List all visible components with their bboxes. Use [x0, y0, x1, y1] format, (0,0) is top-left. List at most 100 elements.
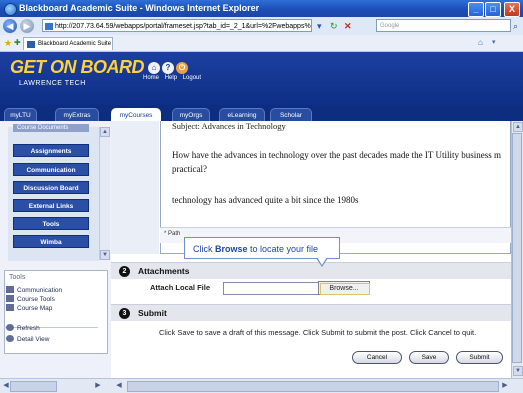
editor-path-text: * Path — [164, 231, 181, 237]
url-input[interactable]: http://207.73.64.59/webapps/portal/frame… — [42, 19, 312, 32]
help-link[interactable]: Help — [165, 75, 177, 81]
add-favorite-icon[interactable]: ✚ — [14, 38, 21, 47]
tool-course-tools[interactable]: Course Tools — [6, 295, 55, 303]
menu-item-assignments[interactable]: Assignments — [13, 144, 89, 157]
horizontal-scrollbar[interactable]: ◀ ▶ ◀ ▶ — [0, 378, 523, 393]
search-icon[interactable]: ⌕ — [513, 21, 518, 31]
main-hscroll-thumb[interactable] — [127, 381, 499, 392]
callout-prefix: Click — [193, 244, 215, 254]
home-icon[interactable]: ⌂ — [478, 38, 483, 47]
scroll-right-icon[interactable]: ▶ — [92, 380, 104, 392]
logo-text: GET ON BOARD — [10, 57, 145, 77]
tools-heading: Tools — [9, 274, 26, 281]
home-icon[interactable]: ⌂ — [148, 62, 160, 74]
tool-course-map[interactable]: Course Map — [6, 304, 52, 312]
course-tools-icon — [6, 295, 14, 302]
refresh-icon — [6, 324, 14, 331]
post-question: How have the advances in technology over… — [172, 150, 501, 174]
scroll-right-icon[interactable]: ▶ — [499, 380, 511, 392]
course-map-icon — [6, 304, 14, 311]
close-button[interactable]: X — [504, 2, 520, 17]
scroll-up-icon[interactable]: ▲ — [513, 122, 523, 132]
favorites-star-icon[interactable]: ★ — [4, 38, 12, 49]
menu-item-wimba[interactable]: Wimba — [13, 235, 89, 248]
window-title: Blackboard Academic Suite - Windows Inte… — [19, 3, 260, 13]
tool-course-map-label: Course Map — [17, 305, 53, 312]
submit-instructions: Click Save to save a draft of this messa… — [159, 328, 477, 337]
page-menu-icon[interactable]: ▾ — [492, 38, 496, 46]
scroll-left-icon[interactable]: ◀ — [113, 380, 125, 392]
address-bar: ◀ ▶ http://207.73.64.59/webapps/portal/f… — [0, 17, 523, 36]
portal-header: GET ON BOARD LAWRENCE TECH ⌂ ? ⏻ Home He… — [0, 52, 523, 105]
post-answer: technology has advanced quite a bit sinc… — [172, 195, 359, 205]
cancel-button[interactable]: Cancel — [352, 351, 402, 364]
logo-subtext: LAWRENCE TECH — [19, 80, 86, 87]
browse-focus-ring — [320, 283, 370, 295]
attachments-section-header: 2 Attachments — [111, 262, 511, 279]
logout-icon[interactable]: ⏻ — [176, 62, 188, 74]
callout-suffix: to locate your file — [247, 244, 319, 254]
scroll-down-icon[interactable]: ▼ — [100, 250, 110, 260]
minimize-button[interactable]: _ — [468, 2, 484, 17]
tab-page-icon — [27, 41, 35, 48]
browser-tab-bar: ★ ✚ Blackboard Academic Suite ⌂ ▾ — [0, 35, 523, 52]
menu-item-tools[interactable]: Tools — [13, 217, 89, 230]
tab-mycourses[interactable]: myCourses — [111, 108, 161, 121]
submit-title: Submit — [138, 308, 167, 318]
tool-refresh-label: Refresh — [17, 325, 40, 332]
post-subject: Subject: Advances in Technology — [172, 121, 286, 131]
menu-item-course-documents[interactable]: Course Documents — [13, 124, 89, 132]
home-link[interactable]: Home — [143, 75, 159, 81]
refresh-icon[interactable]: ↻ — [330, 21, 338, 31]
browser-tab-label: Blackboard Academic Suite — [38, 41, 112, 47]
logout-link[interactable]: Logout — [183, 75, 201, 81]
tool-refresh[interactable]: Refresh — [6, 324, 40, 332]
tab-myextras[interactable]: myExtras — [55, 108, 99, 121]
menu-item-external-links[interactable]: External Links — [13, 199, 89, 212]
tab-myorgs[interactable]: myOrgs — [172, 108, 210, 121]
browser-tab[interactable]: Blackboard Academic Suite — [23, 37, 113, 50]
menu-scrollbar[interactable]: ▲ ▼ — [99, 127, 110, 260]
tab-myltu[interactable]: myLTU — [4, 108, 37, 121]
tool-course-tools-label: Course Tools — [17, 296, 55, 303]
dropdown-arrow-icon[interactable]: ▾ — [317, 21, 322, 31]
step-number-badge: 2 — [119, 266, 130, 277]
menu-item-discussion-board[interactable]: Discussion Board — [13, 181, 89, 194]
attach-file-input[interactable] — [223, 282, 319, 295]
main-scroll-thumb[interactable] — [512, 133, 522, 363]
course-tabs: myLTU myExtras myCourses myOrgs eLearnin… — [0, 105, 523, 121]
attach-local-file-label: Attach Local File — [150, 283, 211, 292]
tool-detail-view-label: Detail View — [17, 336, 50, 343]
tab-scholar[interactable]: Scholar — [270, 108, 312, 121]
page-icon — [45, 23, 53, 30]
header-links: Home Help Logout — [143, 75, 205, 81]
search-input[interactable]: Google — [376, 19, 511, 32]
detail-view-icon — [6, 335, 14, 342]
window-titlebar: Blackboard Academic Suite - Windows Inte… — [0, 0, 523, 17]
tab-elearning[interactable]: eLearning — [219, 108, 265, 121]
left-scroll-thumb[interactable] — [10, 381, 57, 392]
callout-bold: Browse — [215, 244, 248, 254]
tool-communication[interactable]: Communication — [6, 286, 62, 294]
stop-icon[interactable]: ✕ — [344, 21, 352, 31]
scroll-up-icon[interactable]: ▲ — [100, 127, 110, 137]
submit-section-header: 3 Submit — [111, 304, 511, 321]
forward-button[interactable]: ▶ — [20, 19, 34, 33]
menu-item-communication[interactable]: Communication — [13, 163, 89, 176]
content-gutter — [111, 121, 159, 254]
scroll-down-icon[interactable]: ▼ — [513, 366, 523, 376]
submit-button[interactable]: Submit — [456, 351, 503, 364]
instruction-callout: Click Browse to locate your file — [184, 237, 340, 259]
back-button[interactable]: ◀ — [3, 19, 17, 33]
save-button[interactable]: Save — [409, 351, 449, 364]
tool-communication-label: Communication — [17, 287, 63, 294]
maximize-button[interactable]: □ — [485, 2, 501, 17]
attachments-title: Attachments — [138, 266, 190, 276]
url-text: http://207.73.64.59/webapps/portal/frame… — [55, 23, 311, 30]
help-icon[interactable]: ? — [162, 62, 174, 74]
ie-logo-icon — [4, 3, 17, 16]
step-number-badge: 3 — [119, 308, 130, 319]
tool-detail-view[interactable]: Detail View — [6, 335, 49, 343]
callout-tail-inner — [317, 257, 327, 265]
communication-icon — [6, 286, 14, 293]
